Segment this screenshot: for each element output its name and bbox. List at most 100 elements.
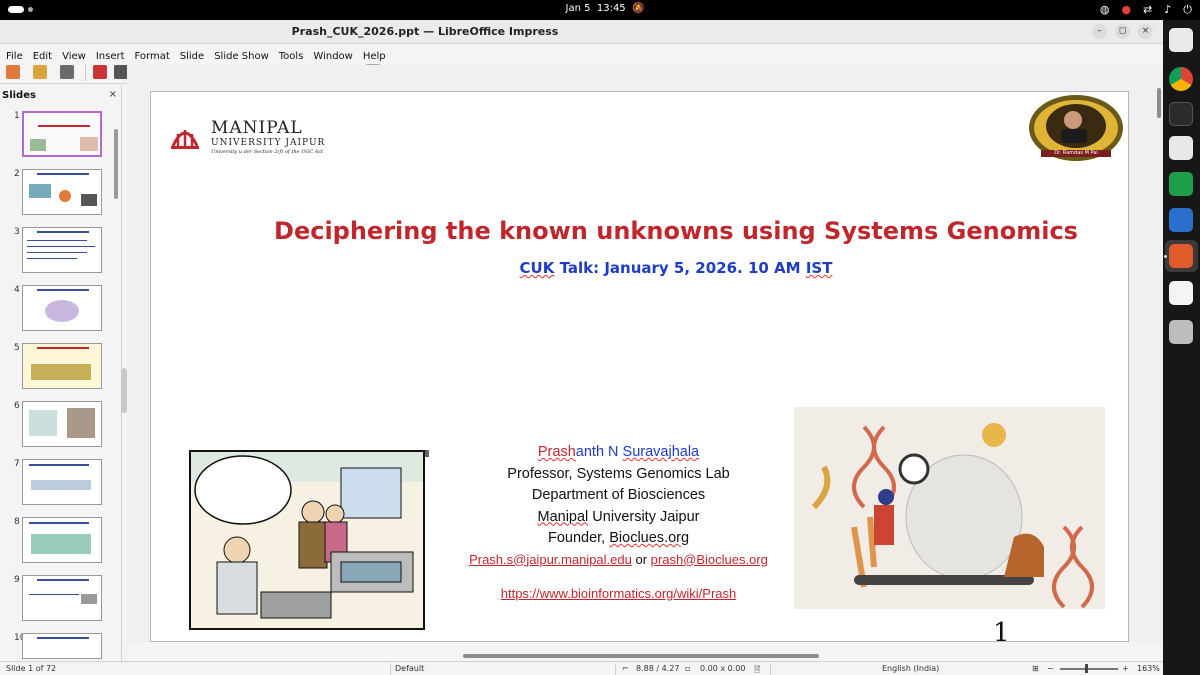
slide-number: 4 [14,285,20,295]
menu-tools[interactable]: Tools [274,48,309,62]
chrome-icon[interactable] [1169,67,1193,91]
slides-panel: Slides × 1 2 3 4 5 6 7 8 9 10 [0,85,122,662]
open-icon[interactable] [33,65,47,79]
power-icon[interactable]: ⏻ [1183,3,1192,17]
manipal-emblem-icon [171,130,199,149]
export-pdf-icon[interactable] [93,65,107,79]
author-university[interactable]: Manipal University Jaipur [441,507,796,529]
slide-title[interactable]: Deciphering the known unknowns using Sys… [251,217,1101,245]
manipal-logo: MANIPAL UNIVERSITY JAIPUR University u d… [165,116,335,156]
document-modified-icon[interactable]: 🗎 [754,664,760,675]
microphone-icon[interactable]: ● [1121,3,1131,17]
author-name[interactable]: Prashanth N Suravajhala [441,442,796,464]
slide-thumbnail-2[interactable]: 2 [0,169,112,221]
calc-icon[interactable] [1169,172,1193,196]
trash-icon[interactable] [1169,320,1193,344]
slides-panel-close-icon[interactable]: × [109,89,117,100]
menu-edit[interactable]: Edit [28,48,57,62]
slide-number: 3 [14,227,20,237]
slide-thumbnail-8[interactable]: 8 [0,517,112,569]
genomics-illustration[interactable] [794,407,1105,609]
terminal-icon[interactable] [1169,102,1193,126]
slide-thumbnail-1[interactable]: 1 [0,111,112,163]
notifications-off-icon: 🔕 [632,3,645,14]
menu-view[interactable]: View [57,48,91,62]
writer-icon[interactable] [1169,208,1193,232]
slide-number: 5 [14,343,20,353]
slide-thumbnail-6[interactable]: 6 [0,401,112,453]
slides-panel-scrollbar[interactable] [114,129,118,199]
cartoon-image[interactable] [189,450,425,630]
network-icon[interactable]: ⇄ [1143,3,1152,17]
system-tray[interactable]: ◍ ● ⇄ ♪ ⏻ [1100,3,1192,17]
print-icon[interactable] [114,65,128,79]
impress-icon[interactable] [1169,244,1193,268]
object-size: 0.00 x 0.00 [700,664,746,673]
slide-page-number: 1 [993,618,1010,642]
author-emails: Prash.s@jaipur.manipal.edu or prash@Bioc… [469,551,768,567]
slide-canvas[interactable]: MANIPAL UNIVERSITY JAIPUR University u d… [150,91,1129,642]
menu-slide-show[interactable]: Slide Show [209,48,274,62]
email-link-secondary[interactable]: prash@Bioclues.org [651,552,768,567]
slide-number: 9 [14,575,20,585]
system-top-bar: Jan 5 13:45 🔕 ◍ ● ⇄ ♪ ⏻ [0,0,1200,20]
slide-count: Slide 1 of 72 [6,664,57,673]
menu-insert[interactable]: Insert [91,48,130,62]
status-bar: Slide 1 of 72 Default ⌐ 8.88 / 4.27 ▫ 0.… [0,661,1163,675]
horizontal-scrollbar[interactable] [463,654,819,658]
window-title: Prash_CUK_2026.ppt — LibreOffice Impress [291,25,559,38]
menu-bar: File Edit View Insert Format Slide Slide Show T… [0,44,1163,62]
zoom-level[interactable]: 163% [1137,664,1160,673]
author-role[interactable]: Professor, Systems Genomics Lab [441,464,796,486]
position-icon: ⌐ [622,664,629,673]
system-clock[interactable]: Jan 5 13:45 🔕 [550,3,660,14]
new-icon[interactable] [6,65,20,79]
volume-icon[interactable]: ♪ [1164,3,1171,17]
slide-subtitle[interactable]: CUK Talk: January 5, 2026. 10 AM IST [251,259,1101,277]
email-link-primary[interactable]: Prash.s@jaipur.manipal.edu [469,552,632,567]
menu-help[interactable]: Help [358,48,391,62]
slide-number: 2 [14,169,20,179]
maximize-button[interactable]: ◻ [1115,24,1130,39]
slide-thumbnail-4[interactable]: 4 [0,285,112,337]
anniversary-badge: Dr. Ramdas M Pai [1027,94,1125,166]
save-icon[interactable] [60,65,74,79]
wiki-link[interactable]: https://www.bioinformatics.org/wiki/Pras… [441,586,796,601]
cursor-position: 8.88 / 4.27 [636,664,680,673]
slide-thumbnail-3[interactable]: 3 [0,227,112,279]
menu-window[interactable]: Window [308,48,357,62]
slides-panel-title: Slides [2,90,36,101]
slide-thumbnail-5[interactable]: 5 [0,343,112,395]
menu-slide[interactable]: Slide [175,48,209,62]
slide-thumbnail-9[interactable]: 9 [0,575,112,627]
author-department[interactable]: Department of Biosciences [441,485,796,507]
menu-format[interactable]: Format [130,48,175,62]
size-icon: ▫ [685,664,691,673]
text-language[interactable]: English (India) [882,664,939,673]
menu-file[interactable]: File [0,48,28,62]
activities-indicator[interactable] [8,6,33,13]
vertical-scrollbar[interactable] [1157,88,1161,118]
zoom-in-icon[interactable]: + [1122,664,1129,673]
minimize-button[interactable]: – [1092,24,1107,39]
slide-thumbnail-7[interactable]: 7 [0,459,112,511]
slide-number: 1 [14,111,20,121]
zoom-slider[interactable] [1060,668,1118,670]
fit-slide-icon[interactable]: ⊞ [1032,664,1039,673]
text-editor-icon[interactable] [1169,136,1193,160]
slide-number: 8 [14,517,20,527]
window-titlebar[interactable]: Prash_CUK_2026.ppt — LibreOffice Impress… [0,20,1163,44]
zoom-out-icon[interactable]: − [1047,664,1054,673]
author-founder[interactable]: Founder, Bioclues.org [441,528,796,550]
accessibility-icon[interactable]: ◍ [1100,3,1110,17]
ubuntu-dock [1163,20,1200,675]
logo-name: MANIPAL [211,118,303,138]
close-button[interactable]: × [1138,24,1153,39]
badge-text: Dr. Ramdas M Pai [1041,150,1111,157]
logo-subtitle: UNIVERSITY JAIPUR [211,138,326,148]
master-layout[interactable]: Default [395,664,424,673]
notes-icon[interactable] [1169,281,1193,305]
files-app-icon[interactable] [1169,28,1193,52]
author-block: Prashanth N Suravajhala Professor, Syste… [441,442,796,601]
zoom-slider-handle[interactable] [1085,664,1088,673]
